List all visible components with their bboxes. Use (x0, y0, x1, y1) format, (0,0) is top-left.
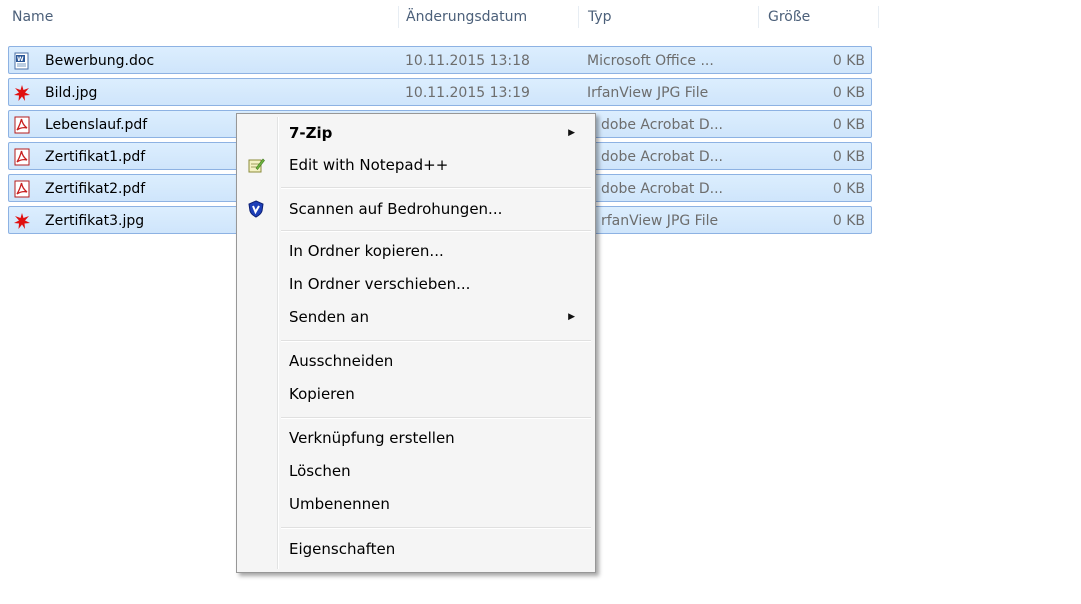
column-divider[interactable] (398, 6, 399, 28)
menu-item-cut[interactable]: Ausschneiden (239, 346, 593, 376)
file-date: 10.11.2015 13:18 (405, 53, 530, 69)
file-size: 0 KB (832, 181, 865, 197)
menu-item-label: Ausschneiden (289, 352, 394, 370)
file-name: Zertifikat3.jpg (45, 213, 145, 229)
menu-item-rename[interactable]: Umbenennen (239, 489, 593, 519)
file-name: Zertifikat1.pdf (45, 149, 146, 165)
column-divider[interactable] (758, 6, 759, 28)
file-type: dobe Acrobat D... (601, 181, 723, 197)
menu-item-label: Umbenennen (289, 495, 390, 513)
menu-separator (281, 187, 591, 189)
file-size: 0 KB (832, 85, 865, 101)
file-name: Zertifikat2.pdf (45, 181, 146, 197)
column-header: Name Änderungsdatum Typ Größe (0, 0, 880, 34)
menu-item-create-shortcut[interactable]: Verknüpfung erstellen (239, 423, 593, 453)
file-size: 0 KB (832, 117, 865, 133)
menu-item-move-to-folder[interactable]: In Ordner verschieben... (239, 269, 593, 299)
column-divider[interactable] (878, 6, 879, 28)
file-type: dobe Acrobat D... (601, 149, 723, 165)
menu-item-delete[interactable]: Löschen (239, 456, 593, 486)
submenu-arrow-icon: ▶ (568, 312, 575, 322)
file-size: 0 KB (832, 53, 865, 69)
menu-item-edit-notepad[interactable]: Edit with Notepad++ (239, 150, 593, 180)
column-type[interactable]: Typ (588, 0, 612, 34)
pdf-icon (14, 148, 30, 166)
menu-item-properties[interactable]: Eigenschaften (239, 534, 593, 564)
menu-item-label: Löschen (289, 462, 351, 480)
menu-separator (281, 340, 591, 342)
menu-item-copy[interactable]: Kopieren (239, 379, 593, 409)
word-doc-icon: W (14, 52, 29, 70)
menu-item-label: Verknüpfung erstellen (289, 429, 455, 447)
menu-item-label: In Ordner verschieben... (289, 275, 471, 293)
menu-item-copy-to-folder[interactable]: In Ordner kopieren... (239, 236, 593, 266)
shield-icon (248, 200, 264, 218)
column-size[interactable]: Größe (768, 0, 810, 34)
menu-item-label: Edit with Notepad++ (289, 156, 449, 174)
file-name: Bewerbung.doc (45, 53, 155, 69)
menu-separator (281, 527, 591, 529)
file-date: 10.11.2015 13:19 (405, 85, 530, 101)
menu-item-label: Senden an (289, 308, 369, 326)
menu-item-label: In Ordner kopieren... (289, 242, 444, 260)
irfanview-jpg-icon (14, 213, 30, 229)
file-name: Lebenslauf.pdf (45, 117, 148, 133)
menu-item-label: Scannen auf Bedrohungen... (289, 200, 503, 218)
svg-text:W: W (17, 56, 24, 63)
file-type: Microsoft Office ... (587, 53, 714, 69)
context-menu: 7-Zip ▶ Edit with Notepad++ Scannen auf … (236, 113, 596, 573)
irfanview-jpg-icon (14, 85, 30, 101)
file-row[interactable]: W Bewerbung.doc 10.11.2015 13:18 Microso… (8, 46, 872, 74)
file-name: Bild.jpg (45, 85, 98, 101)
file-size: 0 KB (832, 149, 865, 165)
menu-item-send-to[interactable]: Senden an ▶ (239, 302, 593, 332)
menu-item-label: 7-Zip (289, 124, 333, 142)
menu-separator (281, 417, 591, 419)
file-row[interactable]: Bild.jpg 10.11.2015 13:19 IrfanView JPG … (8, 78, 872, 106)
file-type: rfanView JPG File (601, 213, 719, 229)
column-divider[interactable] (578, 6, 579, 28)
column-date[interactable]: Änderungsdatum (406, 0, 527, 34)
menu-item-scan-threats[interactable]: Scannen auf Bedrohungen... (239, 194, 593, 224)
menu-item-label: Kopieren (289, 385, 355, 403)
pdf-icon (14, 116, 30, 134)
submenu-arrow-icon: ▶ (568, 128, 575, 138)
file-type: IrfanView JPG File (587, 85, 709, 101)
notepad-plus-icon (248, 158, 265, 173)
menu-item-label: Eigenschaften (289, 540, 396, 558)
file-type: dobe Acrobat D... (601, 117, 723, 133)
menu-separator (281, 230, 591, 232)
column-name[interactable]: Name (12, 0, 53, 34)
file-size: 0 KB (832, 213, 865, 229)
pdf-icon (14, 180, 30, 198)
menu-item-7zip[interactable]: 7-Zip ▶ (239, 118, 593, 148)
